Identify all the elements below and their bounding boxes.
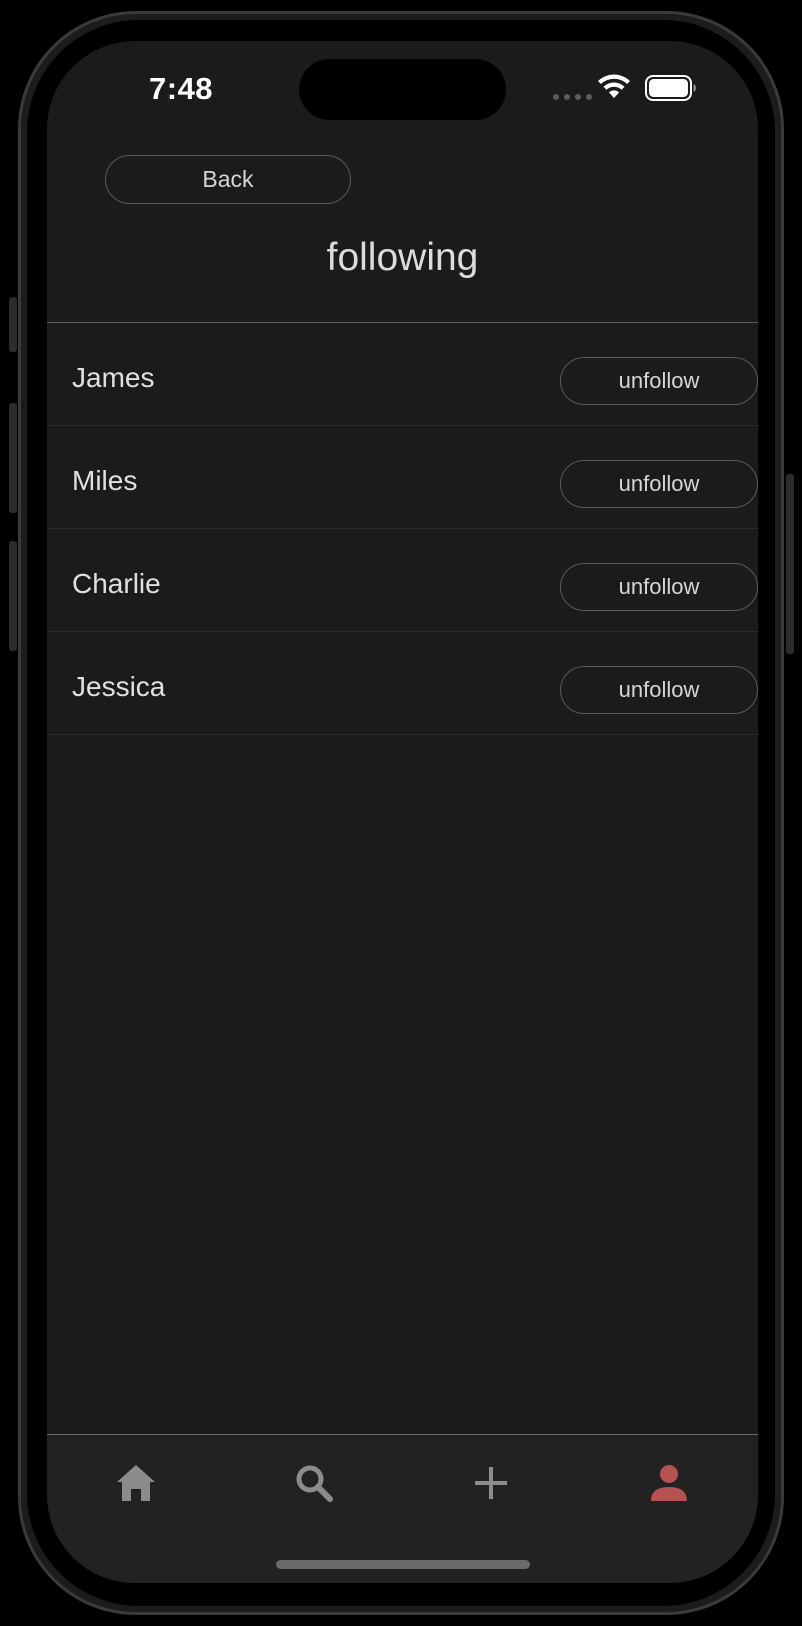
back-button[interactable]: Back	[105, 155, 351, 204]
app-screen: 7:48 Back following James unfollow Miles…	[47, 41, 758, 1583]
unfollow-button[interactable]: unfollow	[560, 563, 758, 611]
volume-up-button	[9, 403, 17, 513]
page-title: following	[326, 236, 479, 279]
user-name: Charlie	[72, 568, 161, 599]
cellular-signal-icon	[553, 94, 592, 100]
user-name: James	[72, 362, 155, 393]
person-icon	[651, 1465, 687, 1501]
power-button	[786, 474, 794, 654]
list-item: Jessica unfollow	[47, 632, 758, 735]
tab-search[interactable]	[284, 1453, 344, 1513]
tab-home[interactable]	[106, 1453, 166, 1513]
status-bar: 7:48	[47, 41, 758, 141]
list-item: James unfollow	[47, 323, 758, 426]
list-item: Miles unfollow	[47, 426, 758, 529]
wifi-icon	[597, 74, 631, 105]
user-name: Jessica	[72, 671, 166, 702]
battery-icon	[645, 75, 697, 106]
following-list: James unfollow Miles unfollow Charlie un…	[47, 323, 758, 735]
list-item: Charlie unfollow	[47, 529, 758, 632]
volume-down-button	[9, 541, 17, 651]
unfollow-button[interactable]: unfollow	[560, 460, 758, 508]
tab-profile[interactable]	[639, 1453, 699, 1513]
unfollow-button[interactable]: unfollow	[560, 357, 758, 405]
action-button	[9, 297, 17, 352]
home-indicator[interactable]	[276, 1560, 530, 1569]
status-time: 7:48	[149, 71, 214, 106]
search-icon	[296, 1465, 333, 1502]
home-icon	[117, 1465, 155, 1501]
unfollow-button[interactable]: unfollow	[560, 666, 758, 714]
tab-create[interactable]	[461, 1453, 521, 1513]
plus-icon	[475, 1467, 507, 1499]
user-name: Miles	[72, 465, 138, 496]
dynamic-island	[299, 59, 506, 120]
